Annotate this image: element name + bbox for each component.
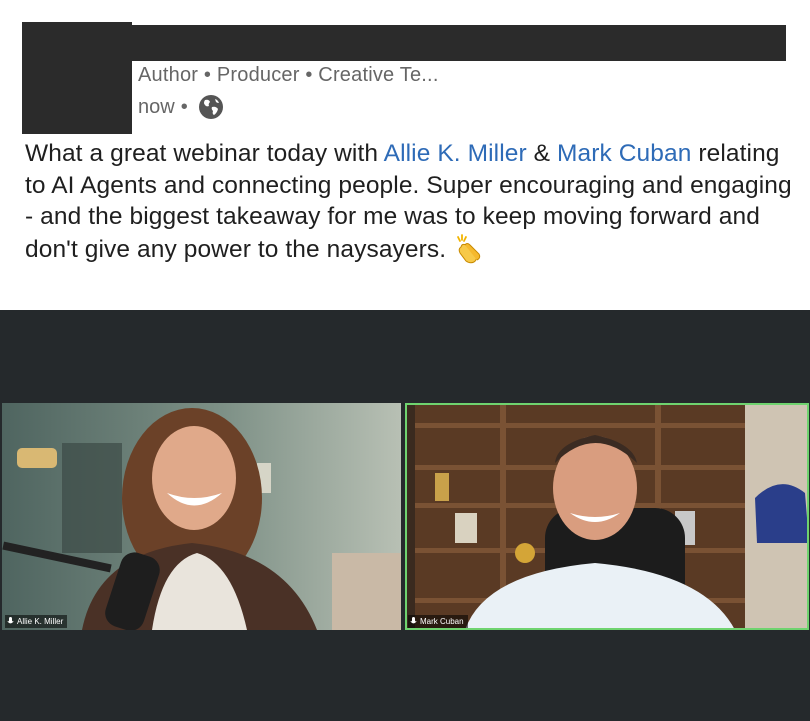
participant-name: Mark Cuban [420,617,464,626]
avatar-redacted[interactable] [22,22,132,134]
post-text-intro: What a great webinar today with [25,140,384,167]
microphone-icon [7,617,14,626]
post-meta: now • [138,94,224,120]
mention-allie-k-miller[interactable]: Allie K. Miller [384,140,527,167]
participant-nametag: Mark Cuban [408,615,468,628]
microphone-icon [410,617,417,626]
post-body: What a great webinar today with Allie K.… [25,138,795,265]
participant-video-mark [405,403,809,630]
author-headline: Author • Producer • Creative Te... [138,64,439,86]
post-timestamp: now [138,95,175,118]
author-name-redacted[interactable] [132,25,786,61]
post-header: Author • Producer • Creative Te... now •… [0,0,810,310]
post-text-connector: & [526,140,558,167]
clapping-hands-icon [452,233,484,265]
participant-video-allie [2,403,401,630]
globe-icon[interactable] [198,94,224,120]
participant-nametag: Allie K. Miller [5,615,68,628]
meta-separator: • [180,95,188,118]
video-call-area: Allie K. Miller Mark Cuban [0,310,810,721]
participant-name: Allie K. Miller [17,617,64,626]
video-tile-mark-cuban[interactable]: Mark Cuban [405,403,809,630]
mention-mark-cuban[interactable]: Mark Cuban [557,140,691,167]
video-tile-allie-k-miller[interactable]: Allie K. Miller [2,403,401,630]
